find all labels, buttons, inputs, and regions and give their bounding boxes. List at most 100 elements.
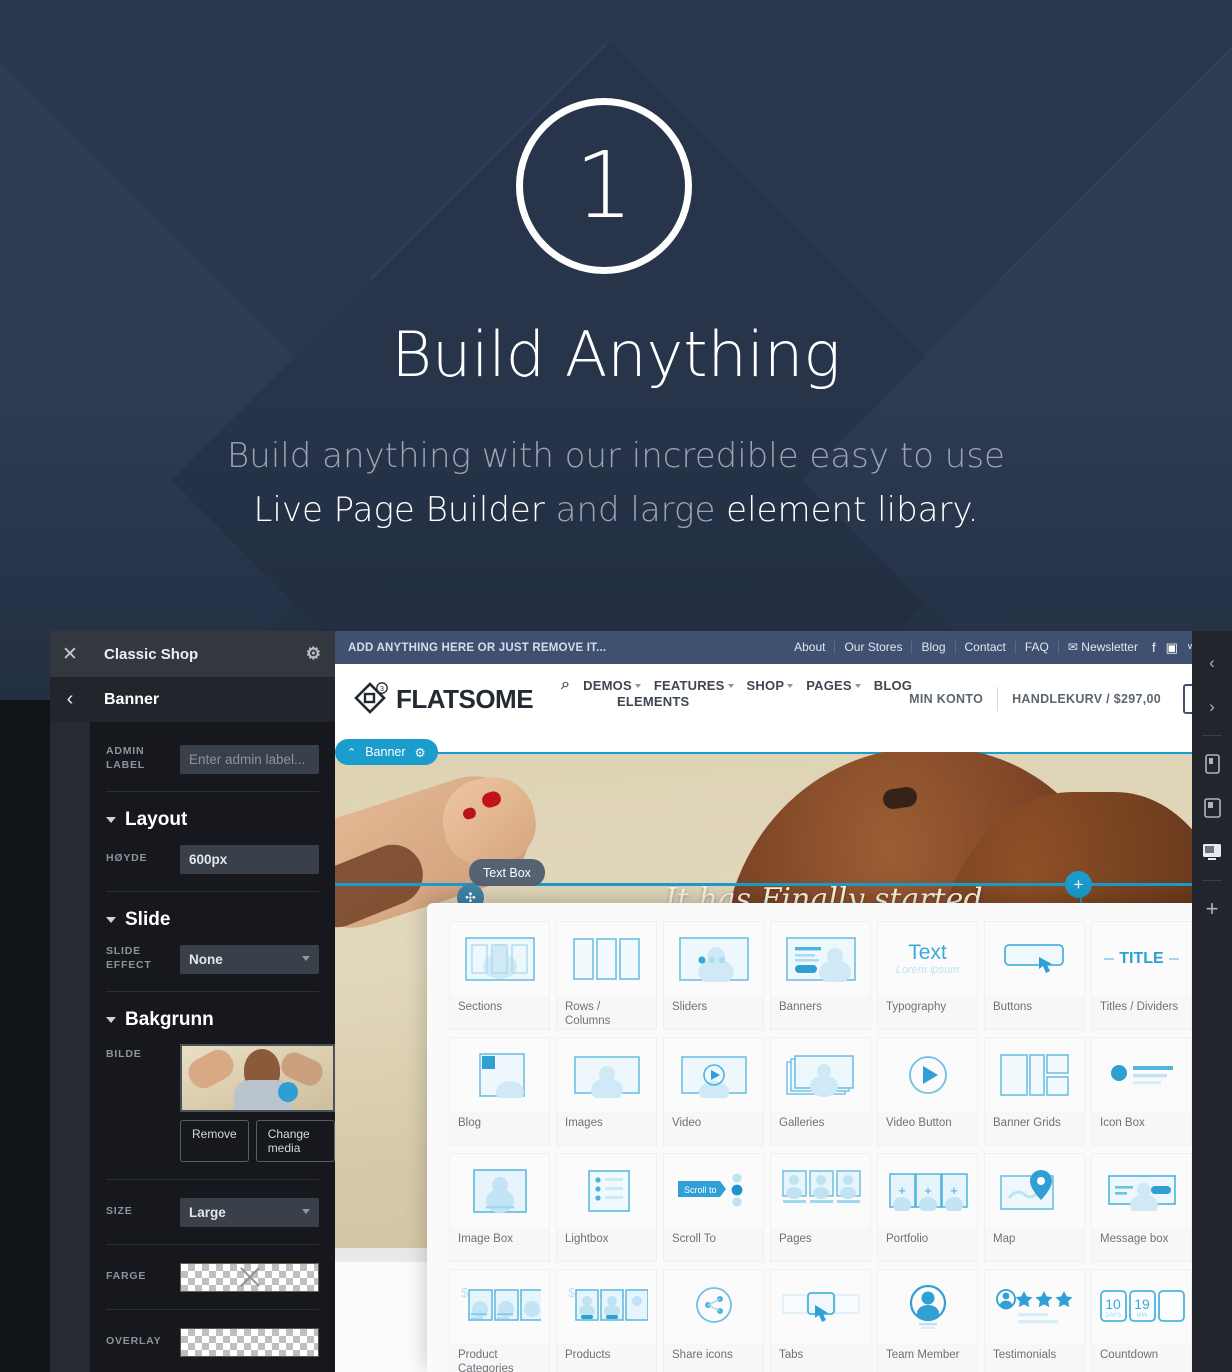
element-label: Message box [1092,1228,1191,1261]
pages-icon [771,1154,870,1228]
element-card-typography[interactable]: Text Lorem ipsum Typography [877,921,978,1030]
next-arrow-icon[interactable]: › [1192,685,1232,729]
textbox-element-tag[interactable]: Text Box [469,859,545,886]
menu-item-elements[interactable]: ELEMENTS [617,694,689,709]
element-label: Products [557,1344,656,1372]
add-element-icon[interactable]: + [1192,887,1232,931]
element-card-titles-dividers[interactable]: TITLE Titles / Dividers [1091,921,1192,1030]
image-box-icon [450,1154,549,1228]
element-card-message-box[interactable]: Message box [1091,1153,1192,1262]
facebook-icon[interactable]: f [1147,640,1161,655]
menu-item-shop[interactable]: SHOP [747,678,794,693]
section-label: Layout [125,809,188,830]
element-card-galleries[interactable]: Galleries [770,1037,871,1146]
element-card-icon-box[interactable]: Icon Box [1091,1037,1192,1146]
thumb-focus-dot[interactable] [278,1082,298,1102]
mobile-preview-icon[interactable] [1192,742,1232,786]
element-card-tabs[interactable]: Tabs [770,1269,871,1372]
topbar-link-newsletter[interactable]: ✉ Newsletter [1059,641,1147,654]
element-card-lightbox[interactable]: Lightbox [556,1153,657,1262]
map-icon [985,1154,1084,1228]
hoyde-input[interactable]: 600px [180,844,319,874]
icon-box-icon [1092,1038,1191,1112]
topbar-link-our-stores[interactable]: Our Stores [835,641,913,654]
element-card-video[interactable]: Video [663,1037,764,1146]
breadcrumb: Banner [90,677,335,722]
section-header-layout[interactable]: Layout [90,809,335,831]
overlay-color-swatch[interactable] [180,1327,319,1357]
brand-name: FLATSOME [396,683,534,714]
element-card-video-button[interactable]: Video Button [877,1037,978,1146]
divider [1202,735,1222,736]
field-farge: FARGE [90,1262,335,1292]
size-select[interactable]: Large [180,1197,319,1227]
element-card-blog[interactable]: Blog [449,1037,550,1146]
newsletter-label: Newsletter [1081,640,1138,654]
instagram-icon[interactable]: ▣ [1161,640,1183,656]
countdown-min-label: MIN [1136,1313,1147,1319]
element-card-team-member[interactable]: Team Member [877,1269,978,1372]
topbar-link-about[interactable]: About [785,641,836,654]
menu-item-features[interactable]: FEATURES [654,678,734,693]
chevron-down-icon [106,917,116,923]
menu-item-pages[interactable]: PAGES [806,678,861,693]
svg-text:3: 3 [380,686,384,693]
element-card-sections[interactable]: Sections [449,921,550,1030]
element-card-sliders[interactable]: Sliders [663,921,764,1030]
remove-button[interactable]: Remove [180,1120,249,1162]
element-label: Sliders [664,996,763,1029]
element-card-rows-columns[interactable]: Rows / Columns [556,921,657,1030]
element-card-share-icons[interactable]: Share icons [663,1269,764,1372]
change-media-button[interactable]: Change media [255,1120,335,1162]
field-label: BILDE [106,1048,142,1060]
element-grid: Sections Rows / Columns Sliders Banners … [427,903,1232,1372]
slide-effect-select[interactable]: None [180,944,319,974]
element-card-images[interactable]: Images [556,1037,657,1146]
menu-item-demos[interactable]: DEMOS [583,678,641,693]
divider [1202,880,1222,881]
flatsome-logo-icon: 3 [353,681,389,717]
element-card-products[interactable]: $ Products [556,1269,657,1372]
divider [106,991,319,992]
search-icon[interactable]: ⌕ [561,676,570,694]
topbar-link-faq[interactable]: FAQ [1016,641,1059,654]
desktop-preview-icon[interactable] [1192,830,1232,874]
my-account-link[interactable]: MIN KONTO [895,692,997,706]
countdown-icon: 10 DAYS 19 MIN [1092,1270,1191,1344]
element-card-pages[interactable]: Pages [770,1153,871,1262]
element-card-image-box[interactable]: Image Box [449,1153,550,1262]
element-card-countdown[interactable]: 10 DAYS 19 MIN Countdown [1091,1269,1192,1372]
element-card-banner-grids[interactable]: Banner Grids [984,1037,1085,1146]
chevron-down-icon [787,684,794,689]
element-card-portfolio[interactable]: + + + Portfolio [877,1153,978,1262]
gear-icon[interactable]: ⚙ [306,644,321,664]
section-header-slide[interactable]: Slide [90,909,335,931]
topbar-link-blog[interactable]: Blog [912,641,956,654]
size-value: Large [189,1204,226,1220]
banner-tag-label: Banner [365,745,406,759]
element-card-scroll-to[interactable]: Scroll to Scroll To [663,1153,764,1262]
back-chevron-icon[interactable]: ‹ [50,677,90,722]
element-card-testimonials[interactable]: Testimonials [984,1269,1085,1372]
element-card-product-categories[interactable]: $ Product Categories [449,1269,550,1372]
tablet-preview-icon[interactable] [1192,786,1232,830]
element-card-banners[interactable]: Banners [770,921,871,1030]
blog-icon [450,1038,549,1112]
chevron-down-icon [634,684,641,689]
gear-icon[interactable]: ⚙ [415,745,426,760]
element-label: Blog [450,1112,549,1145]
topbar-link-contact[interactable]: Contact [956,641,1016,654]
element-card-buttons[interactable]: Buttons [984,921,1085,1030]
farge-color-swatch[interactable] [180,1262,319,1292]
close-icon[interactable]: ✕ [50,631,90,677]
cart-link[interactable]: HANDLEKURV / $297,00 [998,692,1175,706]
section-header-bakgrunn[interactable]: Bakgrunn [90,1009,335,1031]
admin-label-input[interactable]: Enter admin label... [180,744,319,774]
lightbox-icon [557,1154,656,1228]
banner-element-tag[interactable]: ⌃ Banner ⚙ [335,739,438,765]
element-card-map[interactable]: Map [984,1153,1085,1262]
site-logo[interactable]: 3 FLATSOME [353,681,534,717]
background-image-thumbnail[interactable] [180,1044,335,1112]
add-element-plus-icon[interactable]: + [1065,871,1092,898]
prev-arrow-icon[interactable]: ‹ [1192,641,1232,685]
